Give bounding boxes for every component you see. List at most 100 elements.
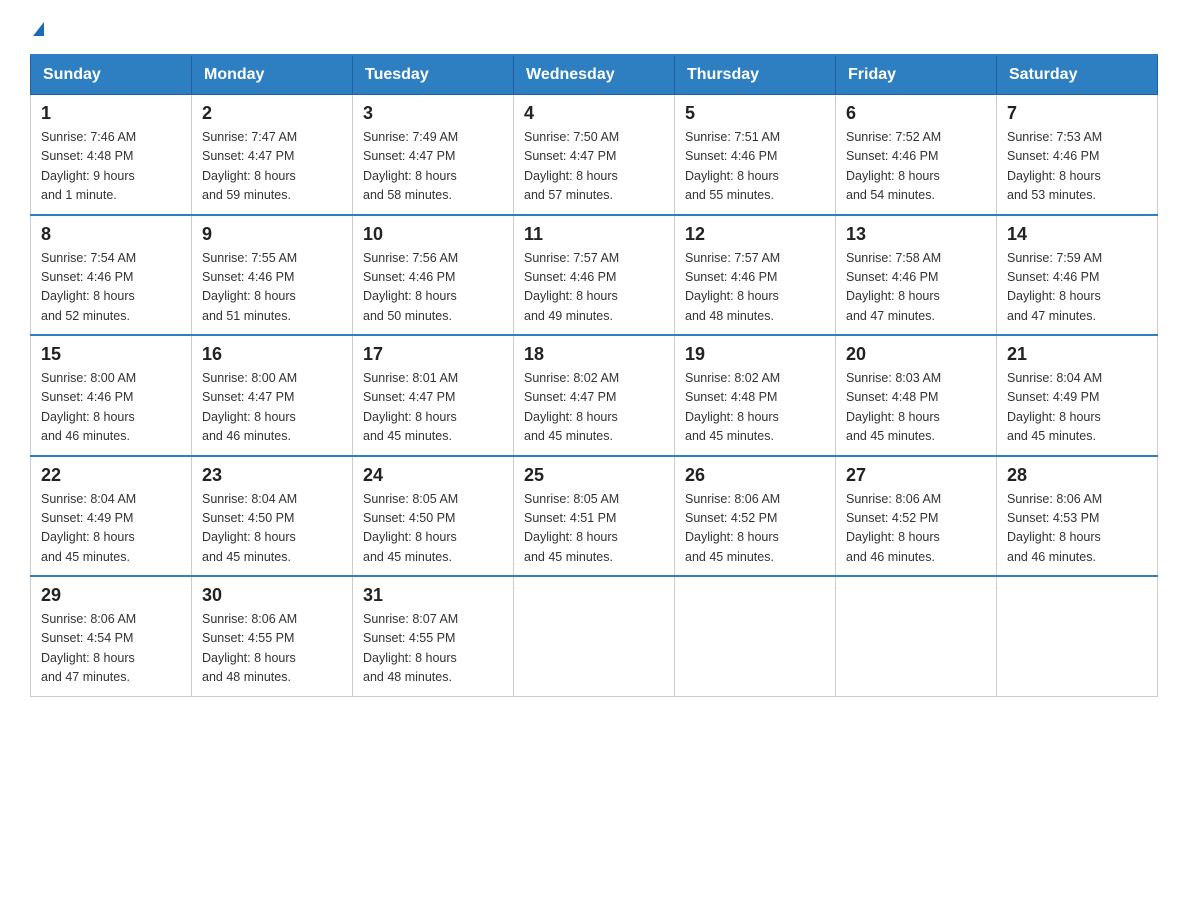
day-number: 18 [524,344,664,365]
day-info: Sunrise: 7:58 AMSunset: 4:46 PMDaylight:… [846,249,986,327]
calendar-cell: 14 Sunrise: 7:59 AMSunset: 4:46 PMDaylig… [997,215,1158,336]
calendar-cell: 30 Sunrise: 8:06 AMSunset: 4:55 PMDaylig… [192,576,353,696]
day-number: 25 [524,465,664,486]
day-info: Sunrise: 7:53 AMSunset: 4:46 PMDaylight:… [1007,128,1147,206]
calendar-cell: 5 Sunrise: 7:51 AMSunset: 4:46 PMDayligh… [675,95,836,215]
day-info: Sunrise: 7:57 AMSunset: 4:46 PMDaylight:… [685,249,825,327]
calendar-table: SundayMondayTuesdayWednesdayThursdayFrid… [30,54,1158,697]
day-number: 10 [363,224,503,245]
day-info: Sunrise: 8:06 AMSunset: 4:52 PMDaylight:… [685,490,825,568]
day-info: Sunrise: 7:49 AMSunset: 4:47 PMDaylight:… [363,128,503,206]
day-number: 5 [685,103,825,124]
day-info: Sunrise: 7:56 AMSunset: 4:46 PMDaylight:… [363,249,503,327]
day-info: Sunrise: 7:50 AMSunset: 4:47 PMDaylight:… [524,128,664,206]
day-info: Sunrise: 7:46 AMSunset: 4:48 PMDaylight:… [41,128,181,206]
calendar-cell: 3 Sunrise: 7:49 AMSunset: 4:47 PMDayligh… [353,95,514,215]
calendar-cell: 23 Sunrise: 8:04 AMSunset: 4:50 PMDaylig… [192,456,353,577]
day-info: Sunrise: 7:55 AMSunset: 4:46 PMDaylight:… [202,249,342,327]
day-info: Sunrise: 7:59 AMSunset: 4:46 PMDaylight:… [1007,249,1147,327]
day-info: Sunrise: 8:05 AMSunset: 4:51 PMDaylight:… [524,490,664,568]
day-number: 11 [524,224,664,245]
day-info: Sunrise: 8:02 AMSunset: 4:47 PMDaylight:… [524,369,664,447]
day-header-sunday: Sunday [31,55,192,95]
day-number: 20 [846,344,986,365]
day-number: 31 [363,585,503,606]
day-info: Sunrise: 8:04 AMSunset: 4:49 PMDaylight:… [41,490,181,568]
day-number: 28 [1007,465,1147,486]
calendar-cell: 28 Sunrise: 8:06 AMSunset: 4:53 PMDaylig… [997,456,1158,577]
day-header-wednesday: Wednesday [514,55,675,95]
calendar-cell: 16 Sunrise: 8:00 AMSunset: 4:47 PMDaylig… [192,335,353,456]
logo-arrow-icon [33,22,44,36]
calendar-cell: 25 Sunrise: 8:05 AMSunset: 4:51 PMDaylig… [514,456,675,577]
calendar-cell: 4 Sunrise: 7:50 AMSunset: 4:47 PMDayligh… [514,95,675,215]
day-number: 4 [524,103,664,124]
calendar-week-row: 8 Sunrise: 7:54 AMSunset: 4:46 PMDayligh… [31,215,1158,336]
day-info: Sunrise: 7:57 AMSunset: 4:46 PMDaylight:… [524,249,664,327]
calendar-cell: 7 Sunrise: 7:53 AMSunset: 4:46 PMDayligh… [997,95,1158,215]
calendar-cell: 2 Sunrise: 7:47 AMSunset: 4:47 PMDayligh… [192,95,353,215]
day-info: Sunrise: 8:06 AMSunset: 4:55 PMDaylight:… [202,610,342,688]
calendar-cell: 24 Sunrise: 8:05 AMSunset: 4:50 PMDaylig… [353,456,514,577]
day-info: Sunrise: 8:06 AMSunset: 4:53 PMDaylight:… [1007,490,1147,568]
day-info: Sunrise: 8:02 AMSunset: 4:48 PMDaylight:… [685,369,825,447]
day-number: 30 [202,585,342,606]
day-number: 19 [685,344,825,365]
calendar-cell: 13 Sunrise: 7:58 AMSunset: 4:46 PMDaylig… [836,215,997,336]
calendar-cell: 26 Sunrise: 8:06 AMSunset: 4:52 PMDaylig… [675,456,836,577]
day-info: Sunrise: 8:01 AMSunset: 4:47 PMDaylight:… [363,369,503,447]
calendar-cell: 9 Sunrise: 7:55 AMSunset: 4:46 PMDayligh… [192,215,353,336]
day-number: 29 [41,585,181,606]
day-number: 3 [363,103,503,124]
calendar-cell: 21 Sunrise: 8:04 AMSunset: 4:49 PMDaylig… [997,335,1158,456]
day-info: Sunrise: 8:00 AMSunset: 4:47 PMDaylight:… [202,369,342,447]
logo [30,20,44,36]
calendar-cell: 19 Sunrise: 8:02 AMSunset: 4:48 PMDaylig… [675,335,836,456]
day-number: 27 [846,465,986,486]
day-number: 12 [685,224,825,245]
calendar-cell [675,576,836,696]
calendar-cell: 1 Sunrise: 7:46 AMSunset: 4:48 PMDayligh… [31,95,192,215]
calendar-week-row: 1 Sunrise: 7:46 AMSunset: 4:48 PMDayligh… [31,95,1158,215]
day-info: Sunrise: 8:05 AMSunset: 4:50 PMDaylight:… [363,490,503,568]
calendar-week-row: 29 Sunrise: 8:06 AMSunset: 4:54 PMDaylig… [31,576,1158,696]
calendar-cell [997,576,1158,696]
day-info: Sunrise: 8:07 AMSunset: 4:55 PMDaylight:… [363,610,503,688]
calendar-cell: 17 Sunrise: 8:01 AMSunset: 4:47 PMDaylig… [353,335,514,456]
day-number: 6 [846,103,986,124]
day-number: 23 [202,465,342,486]
day-header-thursday: Thursday [675,55,836,95]
day-number: 17 [363,344,503,365]
day-header-saturday: Saturday [997,55,1158,95]
day-number: 7 [1007,103,1147,124]
day-number: 1 [41,103,181,124]
day-info: Sunrise: 8:03 AMSunset: 4:48 PMDaylight:… [846,369,986,447]
calendar-cell: 20 Sunrise: 8:03 AMSunset: 4:48 PMDaylig… [836,335,997,456]
day-number: 14 [1007,224,1147,245]
day-number: 26 [685,465,825,486]
calendar-cell: 8 Sunrise: 7:54 AMSunset: 4:46 PMDayligh… [31,215,192,336]
day-header-friday: Friday [836,55,997,95]
day-number: 16 [202,344,342,365]
day-number: 24 [363,465,503,486]
calendar-week-row: 15 Sunrise: 8:00 AMSunset: 4:46 PMDaylig… [31,335,1158,456]
calendar-cell: 22 Sunrise: 8:04 AMSunset: 4:49 PMDaylig… [31,456,192,577]
day-info: Sunrise: 8:06 AMSunset: 4:52 PMDaylight:… [846,490,986,568]
page-header [30,20,1158,36]
calendar-cell: 12 Sunrise: 7:57 AMSunset: 4:46 PMDaylig… [675,215,836,336]
day-number: 15 [41,344,181,365]
day-number: 8 [41,224,181,245]
day-info: Sunrise: 7:47 AMSunset: 4:47 PMDaylight:… [202,128,342,206]
calendar-cell [514,576,675,696]
day-header-tuesday: Tuesday [353,55,514,95]
day-number: 2 [202,103,342,124]
calendar-cell: 11 Sunrise: 7:57 AMSunset: 4:46 PMDaylig… [514,215,675,336]
calendar-cell [836,576,997,696]
day-info: Sunrise: 8:04 AMSunset: 4:50 PMDaylight:… [202,490,342,568]
day-info: Sunrise: 8:04 AMSunset: 4:49 PMDaylight:… [1007,369,1147,447]
calendar-cell: 29 Sunrise: 8:06 AMSunset: 4:54 PMDaylig… [31,576,192,696]
day-info: Sunrise: 8:06 AMSunset: 4:54 PMDaylight:… [41,610,181,688]
day-info: Sunrise: 7:54 AMSunset: 4:46 PMDaylight:… [41,249,181,327]
calendar-cell: 31 Sunrise: 8:07 AMSunset: 4:55 PMDaylig… [353,576,514,696]
day-info: Sunrise: 7:51 AMSunset: 4:46 PMDaylight:… [685,128,825,206]
